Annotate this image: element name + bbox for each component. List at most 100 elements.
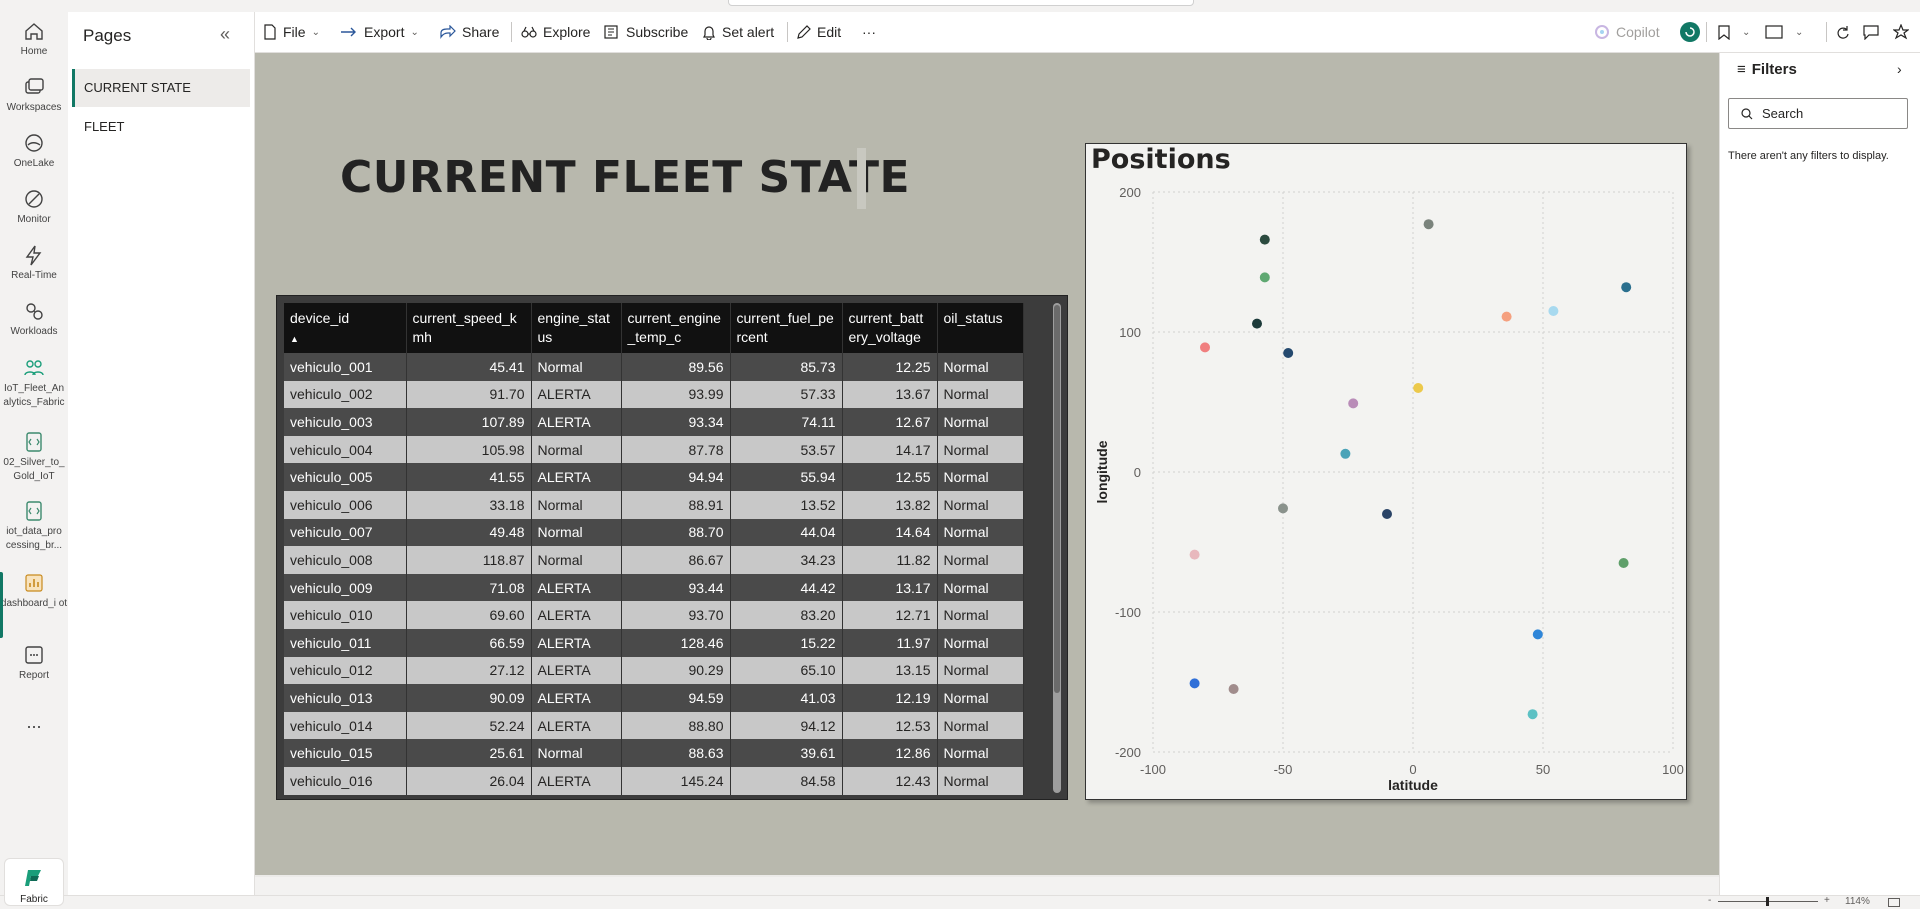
- global-search-box[interactable]: [728, 0, 1194, 6]
- data-point[interactable]: [1340, 448, 1351, 459]
- export-menu[interactable]: Export ⌄: [340, 12, 419, 52]
- edit-button[interactable]: Edit: [796, 12, 841, 52]
- column-header-oil-status[interactable]: oil_status: [937, 303, 1024, 353]
- rail-item-monitor[interactable]: Monitor: [0, 188, 68, 227]
- data-point[interactable]: [1228, 684, 1239, 694]
- rail-item-iotdata[interactable]: iot_data_pro cessing_br...: [0, 500, 68, 553]
- table-row[interactable]: vehiculo_015 25.61 Normal 88.63 39.61 12.86 No…: [284, 739, 1024, 767]
- more-options-button[interactable]: ···: [862, 12, 876, 52]
- file-menu[interactable]: File ⌄: [263, 12, 320, 52]
- data-point[interactable]: [1259, 234, 1270, 245]
- column-header-current-speed-kmh[interactable]: current_speed_k mh: [406, 303, 532, 353]
- data-point[interactable]: [1532, 629, 1543, 640]
- table-row[interactable]: vehiculo_004 105.98 Normal 87.78 53.57 14.17 N…: [284, 435, 1024, 464]
- table-row[interactable]: vehiculo_010 69.60 ALERTA 93.70 83.20 12.71 No…: [284, 601, 1024, 629]
- people-icon: [24, 360, 44, 376]
- table-cell-current-speed-kmh: 90.09: [406, 684, 532, 712]
- table-row[interactable]: vehiculo_016 26.04 ALERTA 145.24 84.58 12.43 N…: [284, 766, 1024, 795]
- data-point[interactable]: [1618, 558, 1629, 568]
- column-header-label: current_batt ery_voltage: [848, 310, 924, 345]
- page-item-fleet[interactable]: FLEET: [72, 108, 250, 146]
- table-cell-current-engine-temp-c: 93.34: [621, 408, 731, 436]
- table-cell-current-engine-temp-c: 128.46: [621, 628, 731, 657]
- subscribe-button[interactable]: Subscribe: [604, 12, 688, 52]
- sort-ascending-icon[interactable]: ▲: [290, 330, 400, 349]
- monitor-icon: [25, 190, 43, 208]
- rail-item-dashboard[interactable]: dashboard_i ot: [0, 572, 68, 611]
- table-row[interactable]: vehiculo_001 45.41 Normal 89.56 85.73 12.25 No…: [284, 353, 1024, 381]
- app-status-button[interactable]: [1679, 12, 1707, 52]
- rail-item-workspaces[interactable]: Workspaces: [0, 76, 68, 115]
- table-row[interactable]: vehiculo_013 90.09 ALERTA 94.59 41.03 12.19 No…: [284, 684, 1024, 712]
- set-alert-button[interactable]: Set alert: [702, 12, 774, 52]
- column-header-current-engine-temp-c[interactable]: current_engine _temp_c: [621, 303, 731, 353]
- data-point[interactable]: [1527, 709, 1538, 720]
- fit-page-icon[interactable]: [1888, 898, 1900, 907]
- collapse-pages-icon[interactable]: «: [220, 24, 230, 45]
- rail-item-home[interactable]: Home: [0, 20, 68, 59]
- table-row[interactable]: vehiculo_003 107.89 ALERTA 93.34 74.11 12.67 N…: [284, 408, 1024, 436]
- data-point[interactable]: [1189, 678, 1200, 689]
- table-row[interactable]: vehiculo_002 91.70 ALERTA 93.99 57.33 13.67 No…: [284, 380, 1024, 409]
- rail-item-iot[interactable]: IoT_Fleet_An alytics_Fabric: [0, 357, 68, 410]
- data-point[interactable]: [1348, 398, 1359, 409]
- table-cell-engine-status: ALERTA: [531, 408, 622, 436]
- more-apps-button[interactable]: ...: [0, 712, 68, 733]
- table-row[interactable]: vehiculo_012 27.12 ALERTA 90.29 65.10 13.15 No…: [284, 656, 1024, 685]
- table-cell-current-battery-voltage: 13.67: [842, 380, 938, 409]
- data-point[interactable]: [1259, 272, 1270, 283]
- fleet-table-visual[interactable]: device_id ▲ current_speed_k mh engine_stat …: [276, 295, 1068, 800]
- chevron-down-icon: ⌄: [311, 26, 320, 38]
- rail-item-onelake[interactable]: OneLake: [0, 132, 68, 171]
- table-row[interactable]: vehiculo_006 33.18 Normal 88.91 13.52 13.82 No…: [284, 490, 1024, 519]
- refresh-button[interactable]: [1835, 12, 1856, 52]
- zoom-in-button[interactable]: +: [1824, 895, 1830, 906]
- comments-button[interactable]: [1863, 12, 1885, 52]
- bookmark-menu[interactable]: ⌄: [1718, 12, 1750, 52]
- chevron-down-icon: ⌄: [410, 26, 419, 38]
- column-header-current-fuel-percent[interactable]: current_fuel_pe rcent: [730, 303, 843, 353]
- data-point[interactable]: [1413, 383, 1424, 393]
- expand-filters-icon[interactable]: ›: [1897, 61, 1902, 77]
- rail-item-realtime[interactable]: Real-Time: [0, 244, 68, 283]
- zoom-out-button[interactable]: -: [1708, 895, 1711, 906]
- column-header-device-id[interactable]: device_id ▲: [284, 303, 407, 353]
- data-point[interactable]: [1382, 509, 1392, 519]
- table-row[interactable]: vehiculo_007 49.48 Normal 88.70 44.04 14.64 No…: [284, 518, 1024, 547]
- data-point[interactable]: [1501, 311, 1512, 322]
- data-point[interactable]: [1548, 306, 1559, 316]
- table-row[interactable]: vehiculo_005 41.55 ALERTA 94.94 55.94 12.55 No…: [284, 463, 1024, 491]
- data-point[interactable]: [1278, 503, 1288, 514]
- rail-item-report[interactable]: Report: [0, 644, 68, 683]
- share-button[interactable]: Share: [440, 12, 499, 52]
- zoom-level[interactable]: 114%: [1845, 896, 1870, 907]
- table-row[interactable]: vehiculo_014 52.24 ALERTA 88.80 94.12 12.53 No…: [284, 711, 1024, 740]
- table-row[interactable]: vehiculo_011 66.59 ALERTA 128.46 15.22 11.97 N…: [284, 628, 1024, 657]
- data-point[interactable]: [1252, 318, 1262, 329]
- data-point[interactable]: [1189, 549, 1200, 560]
- copilot-button[interactable]: Copilot: [1594, 12, 1660, 52]
- fabric-switcher[interactable]: Fabric: [4, 858, 64, 906]
- favorite-button[interactable]: [1893, 12, 1915, 52]
- data-point[interactable]: [1621, 282, 1632, 293]
- view-menu[interactable]: ⌄: [1765, 12, 1803, 52]
- column-header-current-battery-voltage[interactable]: current_batt ery_voltage: [842, 303, 938, 353]
- explore-button[interactable]: Explore: [521, 12, 590, 52]
- column-header-engine-status[interactable]: engine_stat us: [531, 303, 622, 353]
- rail-item-workloads[interactable]: Workloads: [0, 300, 68, 339]
- data-point[interactable]: [1423, 219, 1434, 230]
- filters-search-input[interactable]: Search: [1728, 98, 1908, 129]
- data-point[interactable]: [1200, 342, 1210, 353]
- zoom-slider-thumb[interactable]: [1766, 897, 1769, 906]
- data-point[interactable]: [1283, 348, 1294, 358]
- table-cell-device-id: vehiculo_002: [284, 380, 407, 409]
- table-cell-current-engine-temp-c: 87.78: [621, 435, 731, 464]
- table-row[interactable]: vehiculo_008 118.87 Normal 86.67 34.23 11.82 N…: [284, 546, 1024, 574]
- rail-item-silver[interactable]: 02_Silver_to_ Gold_IoT: [0, 431, 68, 484]
- table-cell-current-speed-kmh: 107.89: [406, 408, 532, 436]
- table-row[interactable]: vehiculo_009 71.08 ALERTA 93.44 44.42 13.17 No…: [284, 573, 1024, 602]
- page-item-current-state[interactable]: CURRENT STATE: [72, 69, 250, 107]
- table-cell-current-speed-kmh: 26.04: [406, 766, 532, 795]
- table-scrollbar-thumb[interactable]: [1054, 305, 1060, 693]
- table-cell-current-fuel-percent: 84.58: [730, 766, 843, 795]
